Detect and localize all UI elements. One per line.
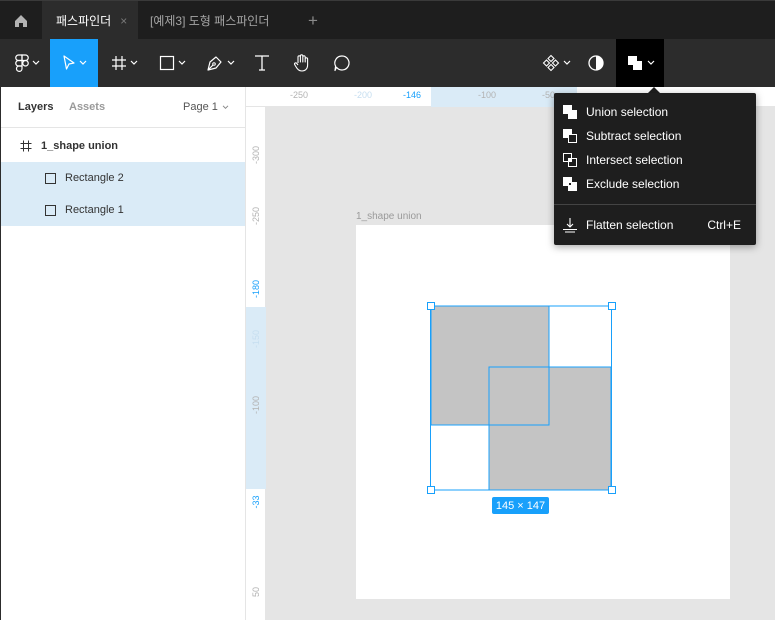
size-badge: 145 × 147: [492, 497, 549, 514]
layer-name: Rectangle 2: [65, 172, 124, 184]
ruler-tick: -180: [251, 279, 261, 298]
exclude-icon: [563, 177, 577, 191]
rectangle-tool-button[interactable]: [152, 39, 192, 87]
menu-item-label: Flatten selection: [586, 218, 674, 232]
menu-item-subtract[interactable]: Subtract selection: [554, 124, 756, 148]
new-tab-button[interactable]: +: [303, 1, 323, 40]
tab-inactive[interactable]: [예제3] 도형 패스파인더: [150, 1, 269, 40]
move-tool-button[interactable]: [50, 39, 98, 87]
hand-tool-button[interactable]: [286, 39, 318, 87]
frame-tool-button[interactable]: [104, 39, 144, 87]
menu-item-label: Intersect selection: [586, 153, 683, 167]
ruler-tick: -100: [478, 90, 497, 100]
boolean-operations-menu: Union selection Subtract selection Inter…: [554, 93, 756, 245]
menu-item-union[interactable]: Union selection: [554, 100, 756, 124]
page-selector[interactable]: Page 1: [183, 101, 229, 113]
text-tool-button[interactable]: [248, 39, 276, 87]
comment-tool-icon: [334, 55, 350, 72]
chevron-down-icon: [647, 60, 654, 65]
shortcut-label: Ctrl+E: [707, 218, 741, 232]
toolbar: [0, 39, 775, 87]
layer-name: 1_shape union: [41, 140, 119, 152]
layers-panel: Layers Assets Page 1 1_shape union Recta…: [0, 87, 246, 620]
ruler-tick: -100: [251, 395, 261, 414]
component-button[interactable]: [536, 39, 576, 87]
comment-tool-button[interactable]: [326, 39, 358, 87]
pen-tool-button[interactable]: [200, 39, 240, 87]
tab-close-button[interactable]: ×: [120, 14, 127, 28]
home-icon: [15, 14, 27, 27]
chevron-down-icon: [227, 60, 234, 65]
ruler-tick: -33: [251, 495, 261, 509]
layer-row-rectangle-2[interactable]: Rectangle 2: [1, 162, 245, 194]
tab-active-label: 패스파인더: [56, 14, 112, 28]
menu-item-label: Union selection: [586, 105, 669, 119]
boolean-operation-icon: [627, 56, 642, 70]
ruler-vertical[interactable]: -300 -250 -180 -150 -100 -33 50: [246, 107, 266, 620]
tab-assets[interactable]: Assets: [69, 101, 105, 113]
main-menu-button[interactable]: [8, 39, 46, 87]
boolean-operation-button[interactable]: [616, 39, 664, 87]
ruler-tick: -150: [251, 329, 261, 348]
chevron-down-icon: [32, 60, 39, 65]
frame-label[interactable]: 1_shape union: [356, 211, 422, 222]
ruler-tick: 50: [251, 587, 261, 598]
frame-tool-icon: [111, 56, 126, 70]
flatten-icon: [563, 218, 577, 233]
mask-button[interactable]: [582, 39, 610, 87]
figma-menu-icon: [14, 54, 29, 72]
chevron-down-icon: [130, 60, 137, 65]
ruler-tick: -146: [403, 90, 422, 100]
ruler-tick: -250: [290, 90, 309, 100]
union-icon: [563, 105, 577, 119]
tab-active[interactable]: 패스파인더 ×: [42, 1, 138, 40]
rectangle-tool-icon: [159, 55, 174, 71]
menu-separator: [554, 204, 756, 205]
rectangle-icon: [45, 204, 56, 216]
chevron-down-icon: [178, 60, 185, 65]
layer-row-rectangle-1[interactable]: Rectangle 1: [1, 194, 245, 226]
intersect-icon: [563, 153, 577, 167]
panel-tabs: Layers Assets Page 1: [1, 87, 245, 128]
layer-row-frame[interactable]: 1_shape union: [1, 130, 245, 162]
chevron-down-icon: [79, 60, 86, 65]
menu-item-exclude[interactable]: Exclude selection: [554, 172, 756, 196]
mask-icon: [588, 55, 604, 71]
tab-layers[interactable]: Layers: [18, 101, 53, 113]
text-tool-icon: [255, 55, 269, 71]
ruler-tick: -250: [251, 206, 261, 225]
tab-inactive-label: [예제3] 도형 패스파인더: [150, 14, 270, 28]
home-button[interactable]: [0, 1, 42, 40]
tab-bar: 패스파인더 × [예제3] 도형 패스파인더 +: [0, 0, 775, 40]
ruler-tick: -300: [251, 145, 261, 164]
subtract-icon: [563, 129, 577, 143]
move-tool-icon: [62, 55, 75, 70]
component-icon: [542, 54, 559, 72]
page-selector-label: Page 1: [183, 101, 218, 113]
pen-tool-icon: [206, 56, 222, 71]
hand-tool-icon: [294, 54, 309, 72]
ruler-tick: -200: [354, 90, 373, 100]
layer-name: Rectangle 1: [65, 204, 124, 216]
menu-item-label: Exclude selection: [586, 177, 680, 191]
rectangle-icon: [45, 172, 56, 184]
menu-item-label: Subtract selection: [586, 129, 682, 143]
figma-editor: 패스파인더 × [예제3] 도형 패스파인더 + Layers Assets P…: [0, 0, 775, 620]
menu-item-flatten[interactable]: Flatten selection Ctrl+E: [554, 213, 756, 237]
chevron-down-icon: [222, 104, 229, 109]
frame-icon: [20, 140, 32, 152]
frame-board[interactable]: [356, 225, 730, 599]
chevron-down-icon: [563, 60, 570, 65]
menu-item-intersect[interactable]: Intersect selection: [554, 148, 756, 172]
